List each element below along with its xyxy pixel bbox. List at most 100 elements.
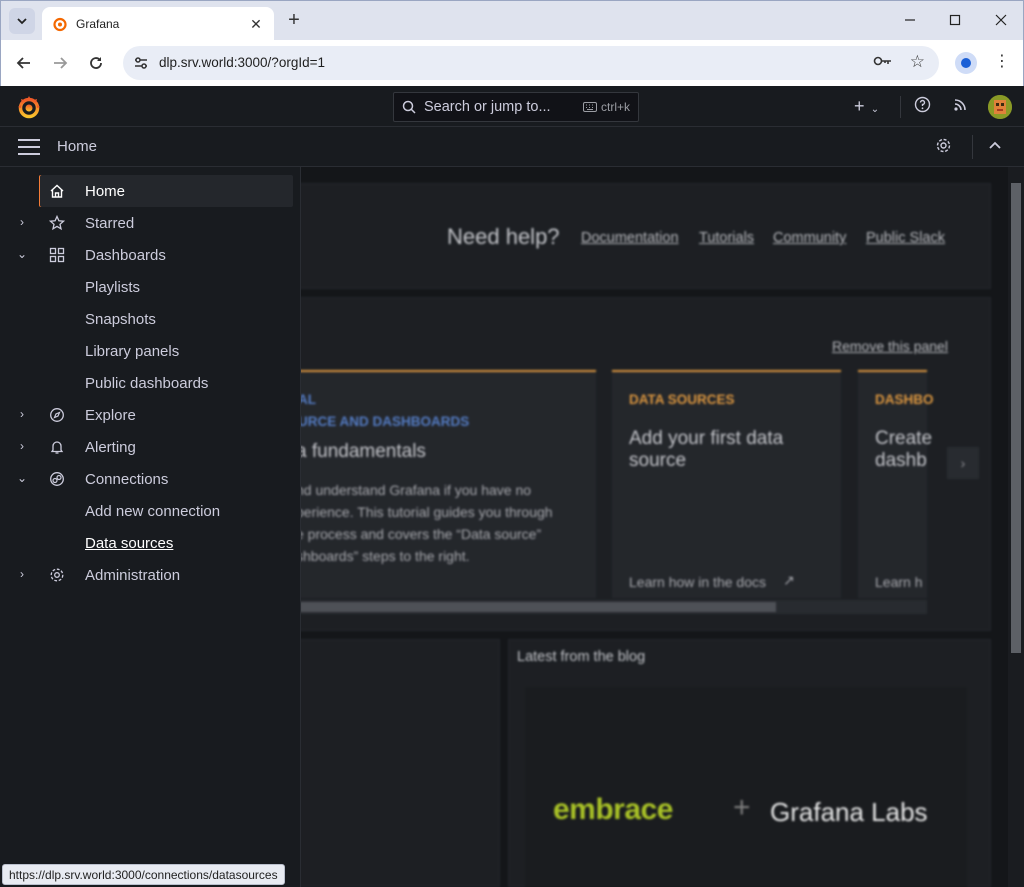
card-title: dashb xyxy=(875,450,927,471)
chevron-right-icon[interactable]: › xyxy=(15,215,29,229)
shortcut-label: ctrl+k xyxy=(600,100,630,114)
compass-icon xyxy=(47,405,67,425)
keyboard-icon xyxy=(582,102,597,112)
new-tab-button[interactable]: + xyxy=(283,9,305,31)
url-text: dlp.srv.world:3000/?orgId=1 xyxy=(159,55,325,70)
person-icon xyxy=(961,58,971,68)
apps-icon xyxy=(47,245,67,265)
cog-icon xyxy=(47,565,67,585)
chevron-up-icon xyxy=(989,141,1001,149)
grafana-subbar: Home xyxy=(0,127,1024,167)
community-link[interactable]: Community xyxy=(773,230,846,246)
question-circle-icon xyxy=(914,96,931,113)
link-icon xyxy=(47,469,67,489)
close-icon xyxy=(995,14,1007,26)
grafana-labs-logo: Grafana Labs xyxy=(770,797,928,827)
menu-toggle-icon[interactable] xyxy=(18,139,40,155)
public-slack-link[interactable]: Public Slack xyxy=(866,230,945,246)
carousel-scrollbar[interactable] xyxy=(300,600,927,614)
dashboard-settings-icon[interactable] xyxy=(935,137,952,159)
navigation-menu: Home › Starred ⌄ Dashboards Playlists Sn… xyxy=(0,167,301,887)
help-title: Need help? xyxy=(447,224,560,249)
dashboards-card[interactable]: DASHBO Create dashb Learn h xyxy=(858,370,934,598)
breadcrumb[interactable]: Home xyxy=(57,138,97,155)
help-button[interactable] xyxy=(914,96,931,117)
browser-tab[interactable]: Grafana ✕ xyxy=(42,7,274,41)
nav-label-public-dashboards: Public dashboards xyxy=(85,375,209,392)
bookmark-star-icon[interactable]: ☆ xyxy=(910,52,925,72)
address-bar[interactable]: dlp.srv.world:3000/?orgId=1 ☆ xyxy=(123,46,939,80)
nav-item-explore[interactable] xyxy=(0,399,301,431)
news-button[interactable] xyxy=(953,96,969,116)
maximize-button[interactable] xyxy=(932,5,978,35)
learn-link[interactable]: Learn h xyxy=(875,574,922,590)
nav-label-alerting: Alerting xyxy=(85,439,136,456)
browser-menu-icon[interactable]: ⋮ xyxy=(993,51,1011,71)
nav-item-home[interactable] xyxy=(40,175,293,207)
page-scrollbar[interactable] xyxy=(1008,167,1024,887)
card-title: Create xyxy=(875,428,933,449)
collapse-chevron-up-icon[interactable] xyxy=(989,139,1001,154)
chevron-down-icon[interactable]: ⌄ xyxy=(15,247,29,261)
nav-label-library-panels: Library panels xyxy=(85,343,180,360)
nav-label-dashboards: Dashboards xyxy=(85,247,166,264)
home-icon xyxy=(47,181,67,201)
scrollbar-thumb[interactable] xyxy=(300,602,776,612)
blog-title: Latest from the blog xyxy=(517,649,646,665)
nav-label-data-sources: Data sources xyxy=(85,535,174,552)
gear-icon xyxy=(936,138,951,153)
browser-tab-strip: Grafana ✕ + xyxy=(0,0,1024,41)
card-kicker: DASHBO xyxy=(875,392,934,407)
chevron-down-icon: ⌄ xyxy=(870,104,880,115)
chevron-right-icon[interactable]: › xyxy=(15,567,29,581)
minimize-icon xyxy=(905,19,915,21)
learn-docs-link[interactable]: Learn how in the docs xyxy=(629,574,766,590)
minimize-button[interactable] xyxy=(887,5,933,35)
card-body-line: e process and covers the “Data source” xyxy=(296,526,542,542)
nav-label-snapshots: Snapshots xyxy=(85,311,156,328)
back-button[interactable] xyxy=(12,51,36,75)
search-input[interactable]: Search or jump to... ctrl+k xyxy=(393,92,639,122)
forward-button[interactable] xyxy=(48,51,72,75)
grafana-logo-icon[interactable] xyxy=(16,94,42,120)
arrow-right-icon xyxy=(54,57,68,69)
documentation-link[interactable]: Documentation xyxy=(581,230,679,246)
new-button[interactable]: + ⌄ xyxy=(854,96,879,117)
user-avatar[interactable] xyxy=(988,95,1012,119)
data-sources-card[interactable]: DATA SOURCES Add your first data source … xyxy=(612,370,841,598)
tutorials-link[interactable]: Tutorials xyxy=(699,230,754,246)
star-icon xyxy=(47,213,67,233)
embrace-logo: embrace xyxy=(553,793,673,826)
reload-button[interactable] xyxy=(84,51,108,75)
tab-close-icon[interactable]: ✕ xyxy=(246,14,266,34)
card-kicker: DATA SOURCES xyxy=(629,392,735,407)
key-icon[interactable] xyxy=(873,54,893,71)
site-settings-icon[interactable] xyxy=(131,53,151,73)
nav-item-playlists[interactable] xyxy=(0,271,301,303)
subbar-divider xyxy=(972,135,973,159)
card-title: Add your first data xyxy=(629,428,784,449)
profile-avatar[interactable] xyxy=(955,52,977,74)
card-kicker: URCE AND DASHBOARDS xyxy=(298,414,470,429)
chevron-right-icon[interactable]: › xyxy=(15,439,29,453)
nav-label-playlists: Playlists xyxy=(85,279,141,296)
reload-icon xyxy=(90,57,102,69)
chevron-down-icon[interactable]: ⌄ xyxy=(15,471,29,485)
external-link-icon: ↗ xyxy=(783,572,795,588)
card-title: a fundamentals xyxy=(296,441,426,462)
remove-panel-link[interactable]: Remove this panel xyxy=(832,338,948,354)
scrollbar-thumb[interactable] xyxy=(1011,183,1021,653)
search-icon xyxy=(402,100,416,114)
nav-item-alerting[interactable] xyxy=(0,431,301,463)
keyboard-shortcut: ctrl+k xyxy=(582,100,630,114)
tutorial-card[interactable]: AL URCE AND DASHBOARDS a fundamentals nd… xyxy=(296,370,596,598)
chevron-right-icon[interactable]: › xyxy=(15,407,29,421)
grafana-topbar: Search or jump to... ctrl+k + ⌄ xyxy=(0,86,1024,127)
close-window-button[interactable] xyxy=(978,5,1024,35)
browser-toolbar: dlp.srv.world:3000/?orgId=1 ☆ ⋮ xyxy=(0,40,1024,86)
tab-search-button[interactable] xyxy=(9,8,35,34)
blog-image[interactable]: embrace + Grafana Labs xyxy=(525,687,967,887)
carousel-next-button[interactable]: › xyxy=(947,447,979,479)
nav-item-starred[interactable] xyxy=(0,207,301,239)
card-body-line: nd understand Grafana if you have no xyxy=(296,482,532,498)
